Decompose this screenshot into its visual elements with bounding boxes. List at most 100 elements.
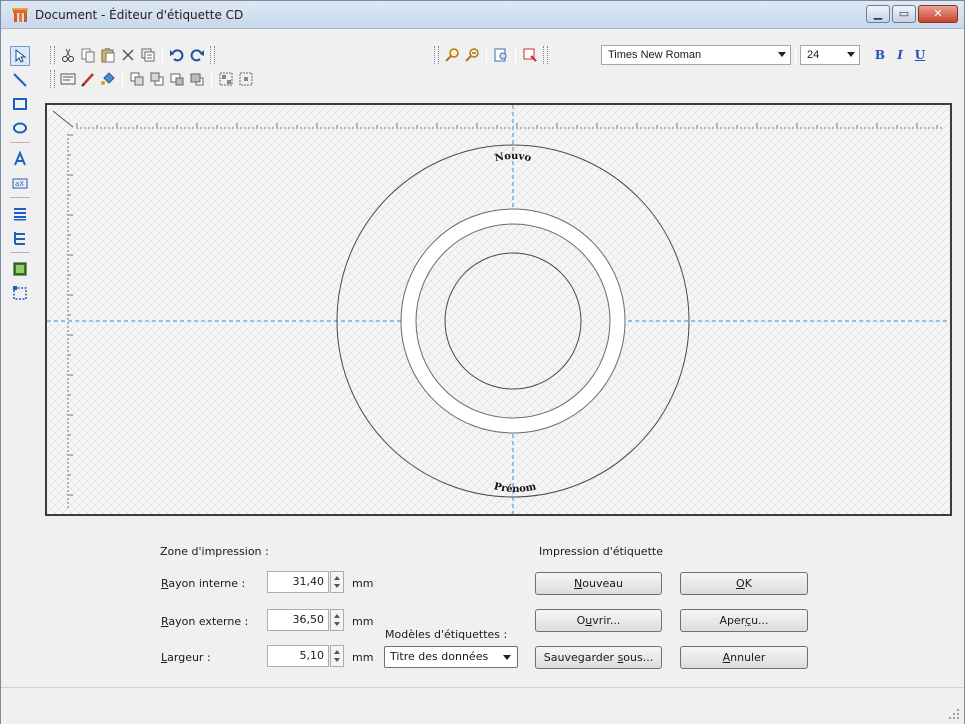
zoom-page-button[interactable] bbox=[491, 45, 511, 65]
new-button[interactable]: Nouveau bbox=[535, 572, 662, 595]
inner-radius-label-text: ayon interne : bbox=[168, 577, 246, 590]
ungroup-button[interactable] bbox=[236, 69, 256, 89]
underline-button[interactable]: U bbox=[910, 45, 930, 65]
ungroup-icon bbox=[239, 72, 253, 86]
width-input[interactable]: 5,10 bbox=[267, 645, 329, 667]
palette-separator bbox=[10, 142, 30, 143]
inner-radius-input[interactable]: 31,40 bbox=[267, 571, 329, 593]
ellipse-tool-button[interactable] bbox=[10, 118, 30, 138]
templates-selected-value: Titre des données bbox=[390, 650, 489, 663]
properties-button[interactable] bbox=[58, 69, 78, 89]
ok-button-mnemonic: O bbox=[736, 577, 745, 590]
delete-button[interactable] bbox=[118, 45, 138, 65]
preview-button[interactable]: Aperçu... bbox=[680, 609, 808, 632]
label-print-heading: Impression d'étiquette bbox=[539, 545, 663, 558]
outer-radius-input[interactable]: 36,50 bbox=[267, 609, 329, 631]
maximize-button[interactable]: ▭ bbox=[892, 5, 916, 23]
minimize-button[interactable]: ▁ bbox=[866, 5, 890, 23]
cancel-button-mnemonic: A bbox=[722, 651, 731, 664]
toolbar-row-font: Times New Roman 24 B I U bbox=[601, 44, 930, 66]
width-spinner[interactable] bbox=[330, 645, 344, 667]
text-tool-button[interactable] bbox=[10, 149, 30, 169]
zoom-in-button[interactable] bbox=[442, 45, 462, 65]
zoom-fit-icon bbox=[523, 48, 537, 62]
text-field-tool-button[interactable]: aX bbox=[10, 173, 30, 193]
list-tool-button[interactable] bbox=[10, 204, 30, 224]
cancel-button-label: nnuler bbox=[730, 651, 766, 664]
toolbar-grip bbox=[434, 46, 439, 64]
bring-to-front-button[interactable] bbox=[127, 69, 147, 89]
bring-forward-icon bbox=[170, 73, 184, 86]
paste-button[interactable] bbox=[98, 45, 118, 65]
window-title: Document - Éditeur d'étiquette CD bbox=[35, 8, 244, 22]
spin-down-icon bbox=[334, 584, 340, 588]
close-icon: ✕ bbox=[933, 7, 943, 20]
send-to-back-button[interactable] bbox=[147, 69, 167, 89]
font-size-combo[interactable]: 24 bbox=[800, 45, 860, 65]
scissors-icon bbox=[62, 48, 74, 62]
bring-to-front-icon bbox=[130, 72, 144, 86]
spin-up-icon bbox=[334, 650, 340, 654]
label-canvas[interactable]: Nouvo Prénom bbox=[45, 103, 952, 516]
inner-radius-unit: mm bbox=[352, 577, 374, 590]
toolbar-separator bbox=[122, 70, 123, 88]
inner-radius-spinner[interactable] bbox=[330, 571, 344, 593]
frame-tool-button[interactable] bbox=[10, 283, 30, 303]
save-as-button-prefix: Sauvegarder bbox=[543, 651, 618, 664]
chevron-down-icon bbox=[503, 655, 511, 660]
zoom-fit-button[interactable] bbox=[520, 45, 540, 65]
width-label: Largeur : bbox=[161, 651, 211, 664]
toolbar-grip bbox=[210, 46, 215, 64]
group-button[interactable] bbox=[216, 69, 236, 89]
zoom-out-button[interactable] bbox=[462, 45, 482, 65]
open-button-label: vrir... bbox=[592, 614, 621, 627]
templates-select[interactable]: Titre des données bbox=[384, 646, 518, 668]
save-as-button-label: ous... bbox=[623, 651, 654, 664]
cut-button[interactable] bbox=[58, 45, 78, 65]
text-field-icon: aX bbox=[12, 178, 28, 189]
ellipse-icon bbox=[13, 122, 27, 134]
print-zone-heading: Zone d'impression : bbox=[160, 545, 269, 558]
image-tool-button[interactable] bbox=[10, 259, 30, 279]
frame-icon bbox=[13, 286, 27, 300]
ok-button[interactable]: OK bbox=[680, 572, 808, 595]
outer-radius-spinner[interactable] bbox=[330, 609, 344, 631]
toolbar-separator bbox=[211, 70, 212, 88]
toolbar-row-zoom bbox=[431, 44, 551, 66]
spin-up-icon bbox=[334, 576, 340, 580]
rectangle-tool-button[interactable] bbox=[10, 94, 30, 114]
redo-button[interactable] bbox=[187, 45, 207, 65]
save-as-button[interactable]: Sauvegarder sous... bbox=[535, 646, 662, 669]
preview-button-label: u... bbox=[751, 614, 769, 627]
tree-tool-button[interactable] bbox=[10, 228, 30, 248]
italic-button[interactable]: I bbox=[890, 45, 910, 65]
canvas-drawing: Nouvo Prénom bbox=[47, 105, 950, 514]
send-backward-button[interactable] bbox=[187, 69, 207, 89]
resize-grip-icon[interactable] bbox=[948, 708, 960, 720]
redo-icon bbox=[190, 49, 204, 62]
duplicate-button[interactable] bbox=[138, 45, 158, 65]
spin-up-icon bbox=[334, 614, 340, 618]
toolbar-grip bbox=[543, 46, 548, 64]
ok-button-label: K bbox=[744, 577, 752, 590]
toolbar-grip bbox=[50, 70, 55, 88]
cancel-button[interactable]: Annuler bbox=[680, 646, 808, 669]
copy-button[interactable] bbox=[78, 45, 98, 65]
open-button[interactable]: Ouvrir... bbox=[535, 609, 662, 632]
fill-color-button[interactable] bbox=[98, 69, 118, 89]
bring-forward-button[interactable] bbox=[167, 69, 187, 89]
pen-color-button[interactable] bbox=[78, 69, 98, 89]
undo-button[interactable] bbox=[167, 45, 187, 65]
spin-down-icon bbox=[334, 658, 340, 662]
maximize-icon: ▭ bbox=[898, 7, 910, 20]
font-name-combo[interactable]: Times New Roman bbox=[601, 45, 791, 65]
close-button[interactable]: ✕ bbox=[918, 5, 958, 23]
palette-separator bbox=[10, 252, 30, 253]
toolbar-row-arrange bbox=[47, 68, 256, 90]
toolbar-separator bbox=[162, 46, 163, 64]
bold-button[interactable]: B bbox=[870, 45, 890, 65]
group-icon bbox=[219, 72, 233, 86]
zoom-page-icon bbox=[494, 48, 507, 62]
preview-button-prefix: Aper bbox=[719, 614, 746, 627]
send-to-back-icon bbox=[150, 72, 164, 86]
